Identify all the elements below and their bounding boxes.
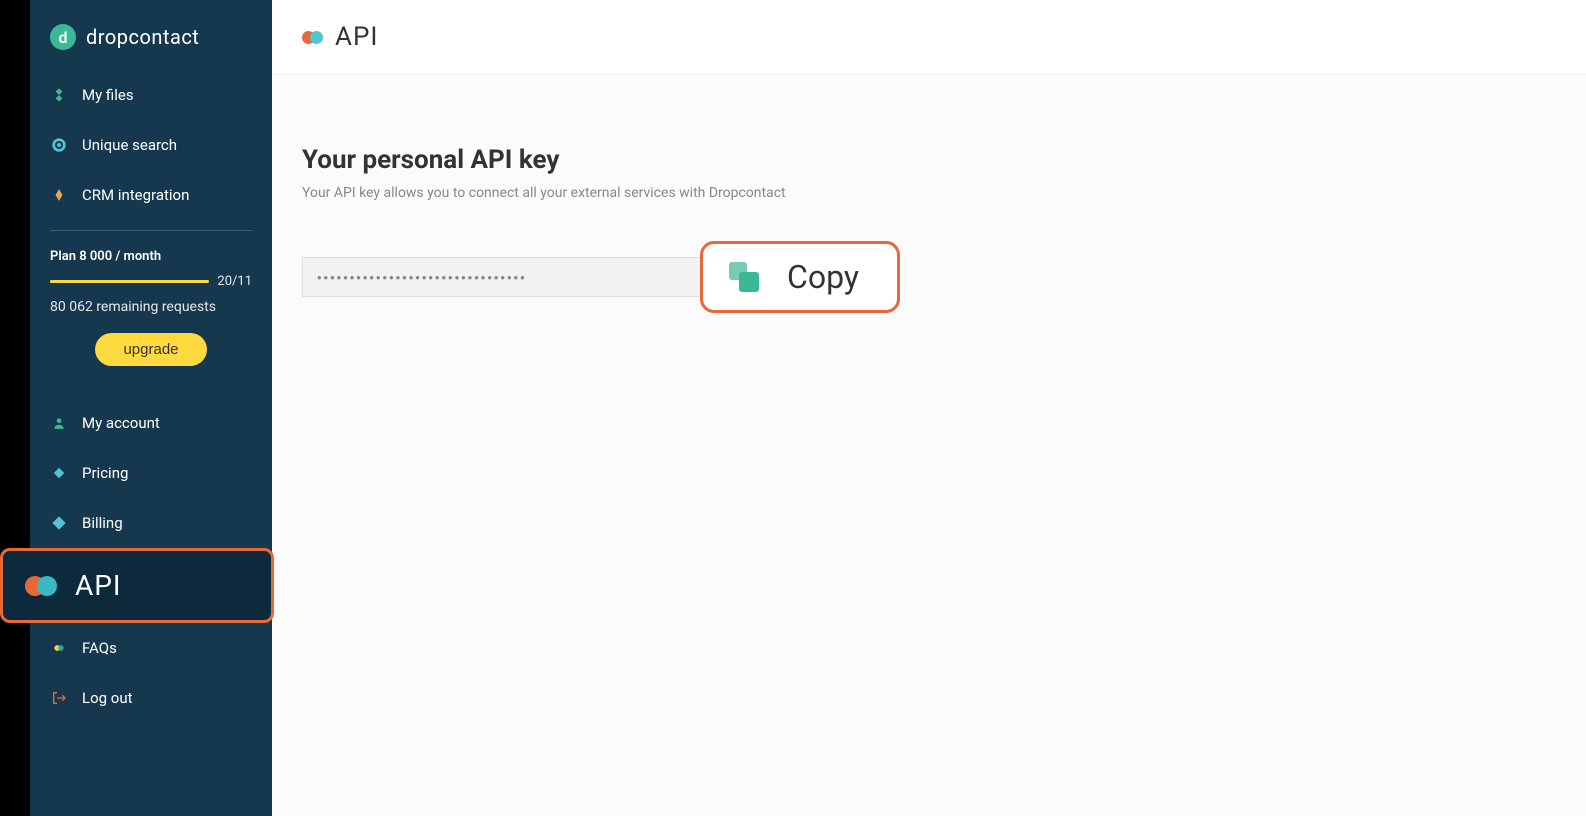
- api-key-row: Copy: [302, 241, 1556, 313]
- page-title: API: [335, 22, 378, 52]
- plan-title: Plan 8 000 / month: [50, 249, 252, 264]
- sidebar-item-api[interactable]: API: [0, 548, 274, 623]
- sidebar-item-label: Log out: [82, 689, 133, 707]
- api-header-icon: [302, 31, 323, 44]
- upgrade-button[interactable]: upgrade: [95, 333, 206, 366]
- logo-icon: d: [50, 24, 76, 50]
- plan-box: Plan 8 000 / month 20/11 80 062 remainin…: [30, 231, 272, 378]
- sidebar-item-uniquesearch[interactable]: Unique search: [30, 120, 272, 170]
- files-icon: [50, 86, 68, 104]
- copy-label: Copy: [787, 258, 859, 296]
- sidebar-item-pricing[interactable]: Pricing: [30, 448, 272, 498]
- plan-progress-bar: [50, 280, 209, 283]
- crm-icon: [50, 186, 68, 204]
- section-title: Your personal API key: [302, 145, 1556, 175]
- sidebar: d dropcontact My files Unique search CRM…: [30, 0, 272, 816]
- sidebar-item-myaccount[interactable]: My account: [30, 398, 272, 448]
- sidebar-item-label: Billing: [82, 514, 123, 532]
- sidebar-item-label: Pricing: [82, 464, 128, 482]
- pricing-icon: [50, 464, 68, 482]
- sidebar-item-billing[interactable]: Billing: [30, 498, 272, 548]
- api-key-input[interactable]: [302, 257, 702, 297]
- billing-icon: [50, 514, 68, 532]
- plan-date: 20/11: [217, 274, 252, 289]
- sidebar-item-label: FAQs: [82, 639, 117, 657]
- sidebar-item-label: CRM integration: [82, 186, 189, 204]
- sidebar-item-label: API: [75, 569, 122, 602]
- plan-remaining: 80 062 remaining requests: [50, 299, 252, 315]
- brand-text: dropcontact: [86, 25, 199, 49]
- user-icon: [50, 414, 68, 432]
- copy-button[interactable]: Copy: [700, 241, 900, 313]
- sidebar-item-label: My files: [82, 86, 134, 104]
- section-subtitle: Your API key allows you to connect all y…: [302, 185, 1556, 201]
- sidebar-item-label: My account: [82, 414, 160, 432]
- target-icon: [50, 136, 68, 154]
- sidebar-item-logout[interactable]: Log out: [30, 673, 272, 723]
- sidebar-item-myfiles[interactable]: My files: [30, 70, 272, 120]
- api-icon: [25, 576, 57, 596]
- faqs-icon: [50, 639, 68, 657]
- brand-logo[interactable]: d dropcontact: [30, 0, 272, 70]
- main: API Your personal API key Your API key a…: [272, 0, 1586, 816]
- logout-icon: [50, 689, 68, 707]
- copy-icon: [729, 262, 759, 292]
- sidebar-item-faqs[interactable]: FAQs: [30, 623, 272, 673]
- sidebar-item-label: Unique search: [82, 136, 177, 154]
- content: Your personal API key Your API key allow…: [272, 75, 1586, 816]
- main-header: API: [272, 0, 1586, 75]
- sidebar-item-crm[interactable]: CRM integration: [30, 170, 272, 220]
